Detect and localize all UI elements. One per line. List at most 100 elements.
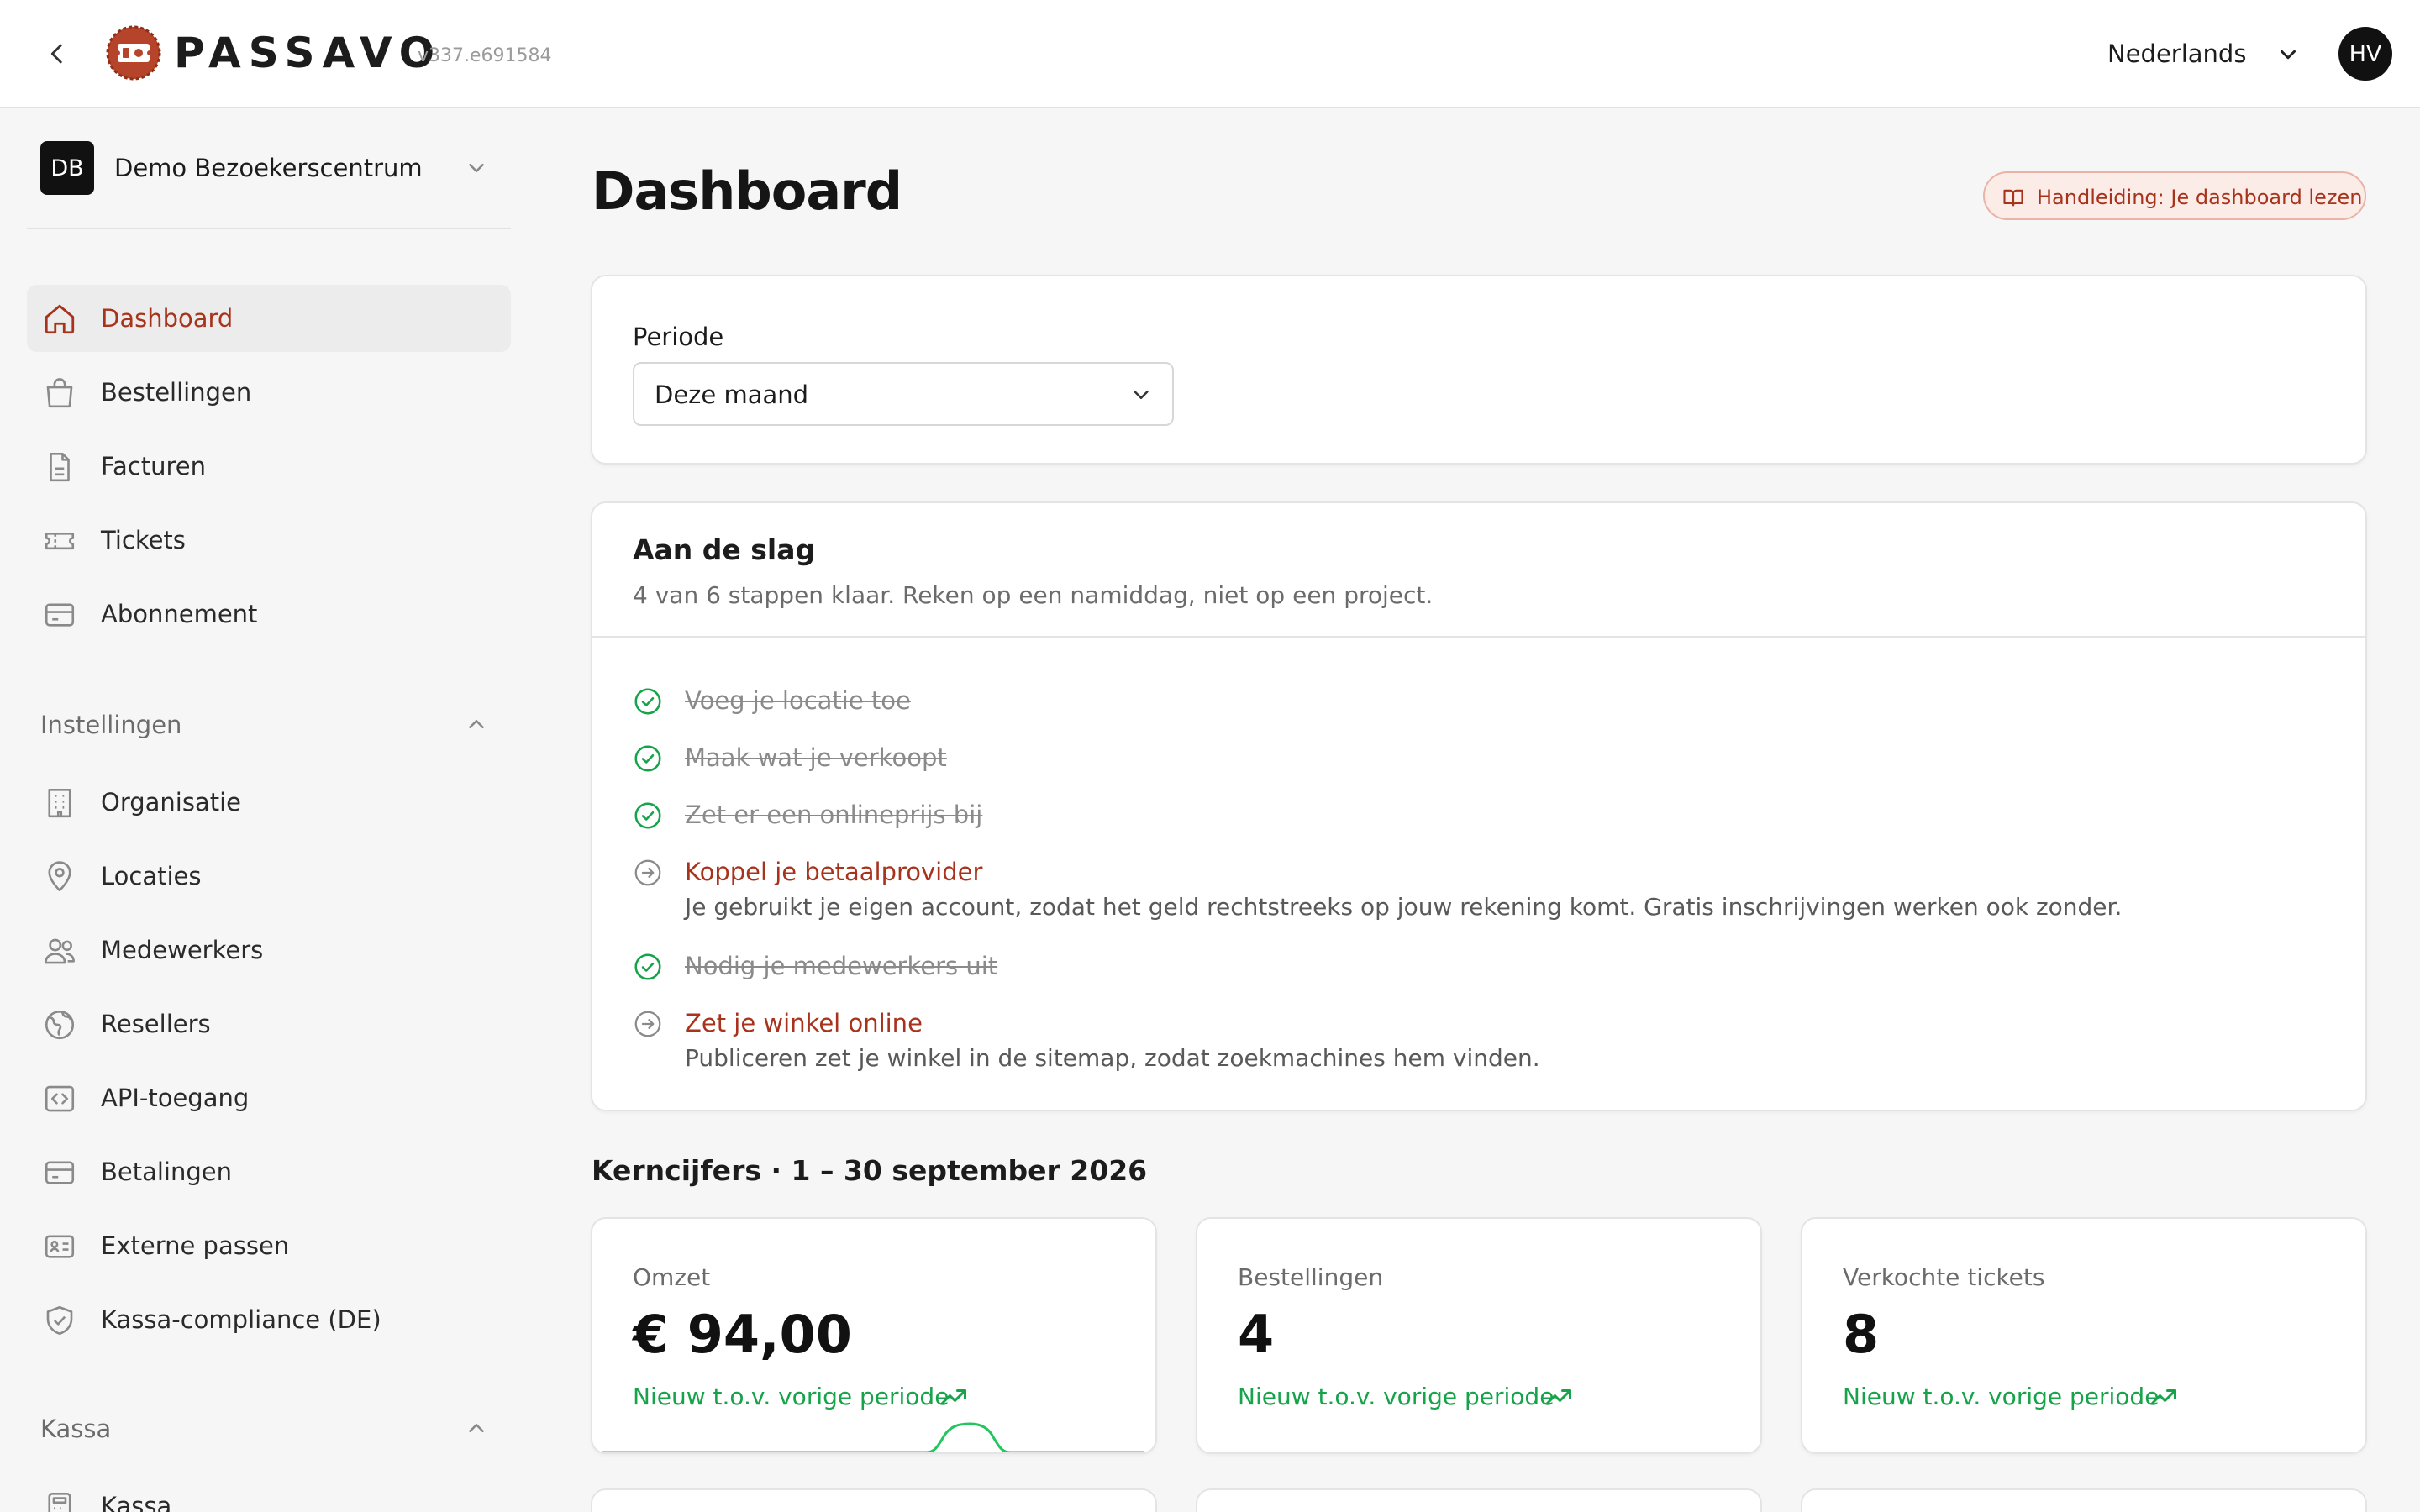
shopping-bag-icon	[46, 378, 73, 408]
arrow-right-circle-icon	[634, 859, 661, 886]
organization-name: Demo Bezoekerscentrum	[114, 154, 423, 182]
sidebar-item-externe-passen[interactable]: Externe passen	[27, 1212, 511, 1279]
sidebar-item-label: Abonnement	[101, 600, 258, 628]
sidebar-item-label: Locaties	[101, 862, 202, 890]
users-icon	[45, 938, 75, 964]
sidebar-item-bestellingen[interactable]: Bestellingen	[27, 359, 511, 426]
step-title: Maak wat je verkoopt	[685, 743, 947, 772]
sidebar-item-medewerkers[interactable]: Medewerkers	[27, 916, 511, 984]
credit-card-icon	[45, 603, 75, 627]
sidebar-item-abonnement[interactable]: Abonnement	[27, 580, 511, 648]
back-button[interactable]	[40, 37, 74, 71]
shield-check-icon	[46, 1305, 73, 1336]
sidebar-item-tickets[interactable]: Tickets	[27, 507, 511, 574]
file-icon	[50, 452, 70, 482]
user-avatar[interactable]: HV	[2338, 27, 2392, 81]
chevron-up-icon	[469, 1424, 484, 1432]
sidebar-item-label: Externe passen	[101, 1231, 290, 1260]
section-toggle-instellingen[interactable]: Instellingen	[27, 700, 511, 750]
kpi-card	[1196, 1488, 1762, 1512]
kpi-card-omzet: Omzet € 94,00 Nieuw t.o.v. vorige period…	[591, 1217, 1157, 1454]
step-title: Voeg je locatie toe	[685, 686, 911, 715]
getting-started-progress: 4 van 6 stappen klaar. Reken op een nami…	[633, 581, 1434, 609]
sidebar-item-resellers[interactable]: Resellers	[27, 990, 511, 1058]
sidebar-item-organisatie[interactable]: Organisatie	[27, 769, 511, 836]
sidebar-item-label: Medewerkers	[101, 936, 264, 964]
sidebar-item-label: Facturen	[101, 452, 206, 480]
step-title: Zet er een onlineprijs bij	[685, 801, 983, 829]
period-label: Periode	[633, 323, 724, 351]
section-label: Instellingen	[40, 711, 182, 739]
card-divider	[592, 636, 2365, 638]
calculator-icon	[48, 1492, 71, 1512]
sidebar-item-kassa[interactable]: Kassa	[27, 1473, 511, 1512]
guide-link-button[interactable]: Handleiding: Je dashboard lezen	[1983, 171, 2366, 220]
check-circle-icon	[634, 688, 661, 715]
kpi-label: Verkochte tickets	[1843, 1263, 2045, 1291]
period-select-value: Deze maand	[655, 381, 809, 409]
chevron-down-icon	[2281, 50, 2296, 60]
period-select[interactable]: Deze maand	[633, 362, 1174, 426]
code-icon	[45, 1085, 75, 1112]
step-link[interactable]: Koppel je betaalprovider	[685, 855, 982, 889]
revenue-sparkline	[602, 1422, 1144, 1452]
organization-switcher[interactable]: DB Demo Bezoekerscentrum	[27, 135, 511, 202]
page-title: Dashboard	[592, 160, 902, 222]
check-circle-icon	[634, 953, 661, 980]
kpi-label: Omzet	[633, 1263, 711, 1291]
home-icon	[45, 304, 75, 334]
step-title: Nodig je medewerkers uit	[685, 952, 998, 980]
id-card-icon	[45, 1235, 75, 1258]
step-description: Publiceren zet je winkel in de sitemap, …	[685, 1044, 1540, 1072]
getting-started-card: Aan de slag 4 van 6 stappen klaar. Reken…	[591, 501, 2367, 1111]
trending-up-icon	[941, 1389, 966, 1404]
sidebar-item-label: Organisatie	[101, 788, 242, 816]
step-link[interactable]: Zet je winkel online	[685, 1006, 923, 1040]
chevron-left-icon	[50, 44, 62, 64]
kpi-card	[1801, 1488, 2367, 1512]
book-open-icon	[2003, 189, 2023, 207]
globe-icon	[45, 1010, 75, 1040]
sidebar-divider	[27, 228, 511, 229]
chevron-down-icon	[469, 164, 484, 172]
sidebar-item-api-toegang[interactable]: API-toegang	[27, 1064, 511, 1131]
sidebar-item-label: Dashboard	[101, 304, 234, 333]
top-bar: PASSAVO v337.e691584 Nederlands HV	[0, 0, 2420, 108]
step-description: Je gebruikt je eigen account, zodat het …	[685, 893, 2123, 921]
arrow-right-circle-icon	[634, 1011, 661, 1037]
check-circle-icon	[634, 802, 661, 829]
ticket-icon	[45, 532, 75, 550]
period-card: Periode Deze maand	[591, 275, 2367, 465]
sidebar-item-kassa-compliance[interactable]: Kassa-compliance (DE)	[27, 1286, 511, 1353]
kpi-heading: Kerncijfers · 1 – 30 september 2026	[592, 1154, 1148, 1187]
chevron-up-icon	[469, 720, 484, 728]
sidebar: DB Demo Bezoekerscentrum Dashboard Beste…	[0, 110, 538, 1512]
sidebar-item-facturen[interactable]: Facturen	[27, 433, 511, 500]
sidebar-item-label: Resellers	[101, 1010, 211, 1038]
sidebar-item-label: Kassa	[101, 1492, 172, 1512]
language-select-value: Nederlands	[2107, 39, 2247, 68]
sidebar-item-betalingen[interactable]: Betalingen	[27, 1138, 511, 1205]
getting-started-title: Aan de slag	[633, 533, 816, 566]
kpi-value: € 94,00	[633, 1304, 852, 1365]
sidebar-item-label: Tickets	[101, 526, 186, 554]
guide-link-label: Handleiding: Je dashboard lezen	[2037, 186, 2363, 209]
kpi-card	[591, 1488, 1157, 1512]
brand-name: PASSAVO	[174, 29, 443, 77]
kpi-value: 4	[1238, 1304, 1275, 1365]
passavo-logo-icon	[106, 25, 161, 81]
kpi-label: Bestellingen	[1238, 1263, 1384, 1291]
app-version: v337.e691584	[418, 45, 552, 66]
section-toggle-kassa[interactable]: Kassa	[27, 1404, 511, 1454]
trending-up-icon	[2151, 1389, 2176, 1404]
sidebar-item-dashboard[interactable]: Dashboard	[27, 285, 511, 352]
kpi-trend: Nieuw t.o.v. vorige periode	[1238, 1383, 1555, 1410]
building-icon	[48, 788, 71, 818]
sidebar-item-label: Bestellingen	[101, 378, 252, 407]
sidebar-item-locaties[interactable]: Locaties	[27, 843, 511, 910]
sidebar-item-label: Betalingen	[101, 1158, 233, 1186]
map-pin-icon	[48, 861, 71, 892]
kpi-trend: Nieuw t.o.v. vorige periode	[1843, 1383, 2160, 1410]
sidebar-item-label: API-toegang	[101, 1084, 250, 1112]
chevron-down-icon	[1134, 391, 1149, 399]
